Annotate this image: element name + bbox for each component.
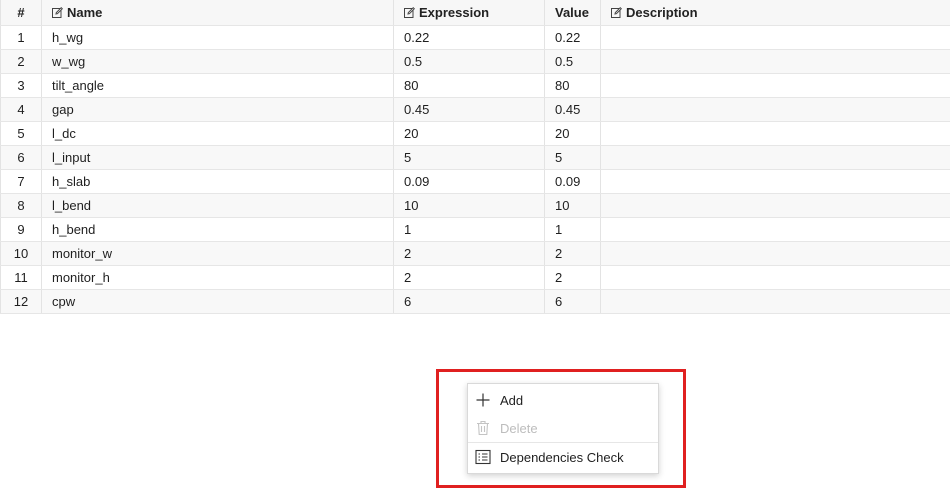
description-cell[interactable] <box>601 122 950 145</box>
column-header-expression-label: Expression <box>419 5 490 20</box>
row-index-cell: 1 <box>0 26 42 49</box>
expression-cell[interactable]: 0.45 <box>394 98 545 121</box>
table-row[interactable]: 2 w_wg 0.5 0.5 <box>0 50 950 74</box>
edit-icon <box>611 7 622 18</box>
row-index-cell: 10 <box>0 242 42 265</box>
column-header-name[interactable]: Name <box>42 0 394 25</box>
expression-cell[interactable]: 10 <box>394 194 545 217</box>
value-cell[interactable]: 0.5 <box>545 50 601 73</box>
expression-cell[interactable]: 6 <box>394 290 545 313</box>
column-header-expression[interactable]: Expression <box>394 0 545 25</box>
row-index-cell: 7 <box>0 170 42 193</box>
value-cell[interactable]: 0.22 <box>545 26 601 49</box>
name-cell[interactable]: w_wg <box>42 50 394 73</box>
name-cell[interactable]: monitor_h <box>42 266 394 289</box>
name-cell[interactable]: l_dc <box>42 122 394 145</box>
row-index-cell: 5 <box>0 122 42 145</box>
checklist-icon <box>475 449 491 465</box>
expression-cell[interactable]: 0.22 <box>394 26 545 49</box>
expression-cell[interactable]: 0.09 <box>394 170 545 193</box>
value-cell[interactable]: 1 <box>545 218 601 241</box>
expression-cell[interactable]: 1 <box>394 218 545 241</box>
description-cell[interactable] <box>601 50 950 73</box>
name-cell[interactable]: monitor_w <box>42 242 394 265</box>
plus-icon <box>475 392 491 408</box>
menu-item-dependencies-check[interactable]: Dependencies Check <box>468 443 658 471</box>
row-index-cell: 3 <box>0 74 42 97</box>
value-cell[interactable]: 0.45 <box>545 98 601 121</box>
menu-item-dependencies-check-label: Dependencies Check <box>500 449 624 465</box>
context-menu: Add Delete Dependencies Check <box>467 383 659 474</box>
edit-icon <box>52 7 63 18</box>
table-row[interactable]: 3 tilt_angle 80 80 <box>0 74 950 98</box>
name-cell[interactable]: h_wg <box>42 26 394 49</box>
row-index-cell: 11 <box>0 266 42 289</box>
value-cell[interactable]: 10 <box>545 194 601 217</box>
expression-cell[interactable]: 2 <box>394 266 545 289</box>
column-header-description-label: Description <box>626 5 698 20</box>
row-index-cell: 6 <box>0 146 42 169</box>
row-index-cell: 9 <box>0 218 42 241</box>
table-row[interactable]: 7 h_slab 0.09 0.09 <box>0 170 950 194</box>
description-cell[interactable] <box>601 290 950 313</box>
value-cell[interactable]: 80 <box>545 74 601 97</box>
column-header-description[interactable]: Description <box>601 0 950 25</box>
value-cell[interactable]: 2 <box>545 266 601 289</box>
description-cell[interactable] <box>601 218 950 241</box>
description-cell[interactable] <box>601 170 950 193</box>
edit-icon <box>404 7 415 18</box>
table-row[interactable]: 1 h_wg 0.22 0.22 <box>0 26 950 50</box>
table-row[interactable]: 6 l_input 5 5 <box>0 146 950 170</box>
trash-icon <box>475 420 491 436</box>
description-cell[interactable] <box>601 242 950 265</box>
expression-cell[interactable]: 2 <box>394 242 545 265</box>
value-cell[interactable]: 2 <box>545 242 601 265</box>
expression-cell[interactable]: 20 <box>394 122 545 145</box>
row-index-cell: 8 <box>0 194 42 217</box>
name-cell[interactable]: h_bend <box>42 218 394 241</box>
table-row[interactable]: 9 h_bend 1 1 <box>0 218 950 242</box>
name-cell[interactable]: l_bend <box>42 194 394 217</box>
expression-cell[interactable]: 5 <box>394 146 545 169</box>
description-cell[interactable] <box>601 74 950 97</box>
description-cell[interactable] <box>601 26 950 49</box>
table-row[interactable]: 11 monitor_h 2 2 <box>0 266 950 290</box>
menu-item-delete-label: Delete <box>500 420 538 436</box>
table-row[interactable]: 5 l_dc 20 20 <box>0 122 950 146</box>
table-row[interactable]: 8 l_bend 10 10 <box>0 194 950 218</box>
name-cell[interactable]: l_input <box>42 146 394 169</box>
table-row[interactable]: 4 gap 0.45 0.45 <box>0 98 950 122</box>
table-body: 1 h_wg 0.22 0.22 2 w_wg 0.5 0.5 3 tilt_angle 80 80 4… <box>0 26 950 314</box>
menu-item-add-label: Add <box>500 392 524 408</box>
value-cell[interactable]: 6 <box>545 290 601 313</box>
description-cell[interactable] <box>601 266 950 289</box>
row-index-cell: 12 <box>0 290 42 313</box>
row-index-cell: 2 <box>0 50 42 73</box>
table-row[interactable]: 10 monitor_w 2 2 <box>0 242 950 266</box>
column-header-value[interactable]: Value <box>545 0 601 25</box>
value-cell[interactable]: 0.09 <box>545 170 601 193</box>
column-header-index: # <box>0 0 42 25</box>
value-cell[interactable]: 20 <box>545 122 601 145</box>
name-cell[interactable]: tilt_angle <box>42 74 394 97</box>
parameters-table: # Name Expression Value Description 1 h_w… <box>0 0 950 314</box>
column-header-index-label: # <box>17 5 25 20</box>
menu-item-delete[interactable]: Delete <box>468 414 658 442</box>
menu-item-add[interactable]: Add <box>468 386 658 414</box>
name-cell[interactable]: h_slab <box>42 170 394 193</box>
name-cell[interactable]: gap <box>42 98 394 121</box>
expression-cell[interactable]: 80 <box>394 74 545 97</box>
description-cell[interactable] <box>601 194 950 217</box>
table-row[interactable]: 12 cpw 6 6 <box>0 290 950 314</box>
row-index-cell: 4 <box>0 98 42 121</box>
value-cell[interactable]: 5 <box>545 146 601 169</box>
column-header-value-label: Value <box>555 5 589 20</box>
description-cell[interactable] <box>601 146 950 169</box>
description-cell[interactable] <box>601 98 950 121</box>
column-header-name-label: Name <box>67 5 103 20</box>
expression-cell[interactable]: 0.5 <box>394 50 545 73</box>
table-header-row: # Name Expression Value Description <box>0 0 950 26</box>
name-cell[interactable]: cpw <box>42 290 394 313</box>
